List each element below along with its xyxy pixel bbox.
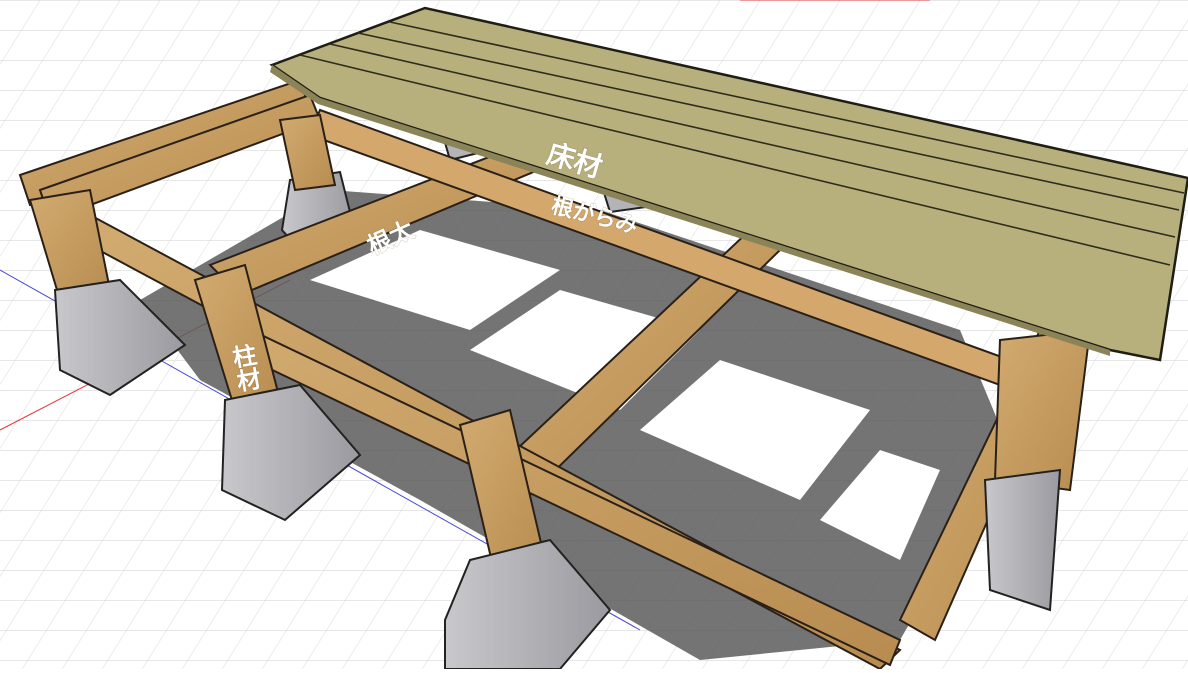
deck-structure-illustration: 床材 根太 根がらみ 柱材 <box>0 0 1188 671</box>
deck-diagram: 床材 根太 根がらみ 柱材 <box>0 0 1188 671</box>
